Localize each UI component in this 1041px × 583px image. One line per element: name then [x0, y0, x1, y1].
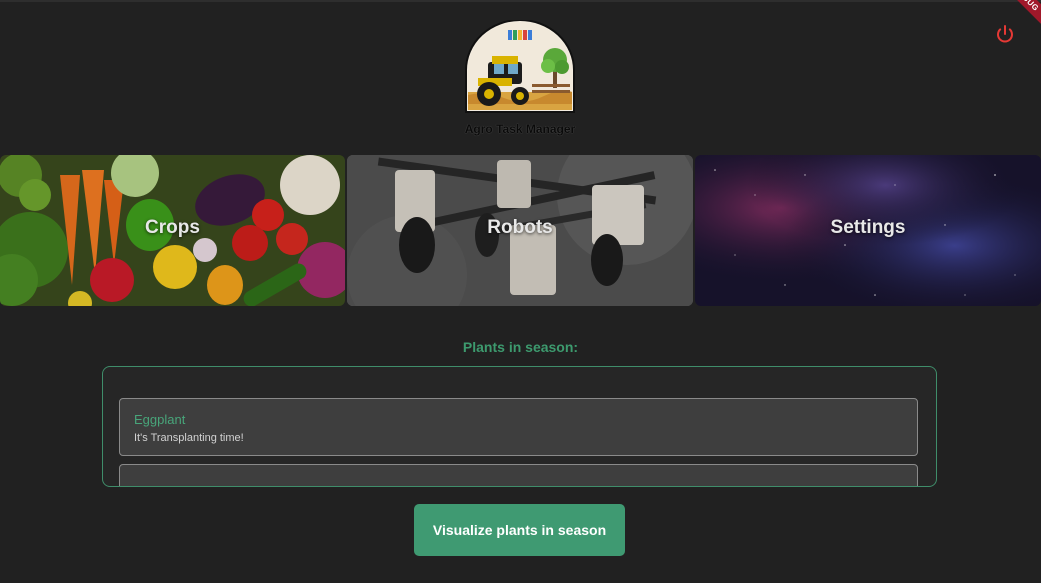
- visualize-plants-button[interactable]: Visualize plants in season: [414, 504, 625, 556]
- app-title: Agro Task Manager: [464, 122, 576, 136]
- plant-name: Eggplant: [134, 412, 186, 427]
- settings-label: Settings: [830, 217, 906, 238]
- plants-in-season-title: Plants in season:: [462, 339, 579, 355]
- settings-card[interactable]: Settings: [695, 155, 1041, 306]
- robots-label: Robots: [487, 217, 553, 238]
- top-border: [0, 0, 1041, 2]
- crops-card[interactable]: Crops: [0, 155, 345, 306]
- nav-cards: Crops Robots Settings: [0, 155, 1041, 307]
- robots-card[interactable]: Robots: [347, 155, 693, 306]
- power-icon: [997, 25, 1013, 43]
- plant-status: It's Transplanting time!: [134, 432, 244, 444]
- list-item[interactable]: [119, 464, 918, 486]
- app-screen: DEBUG: [0, 0, 1041, 583]
- power-button[interactable]: [994, 23, 1016, 45]
- plants-in-season-list[interactable]: Eggplant It's Transplanting time!: [102, 366, 937, 487]
- crops-label: Crops: [145, 217, 200, 238]
- list-item[interactable]: Eggplant It's Transplanting time!: [119, 398, 918, 456]
- app-logo: [464, 19, 576, 120]
